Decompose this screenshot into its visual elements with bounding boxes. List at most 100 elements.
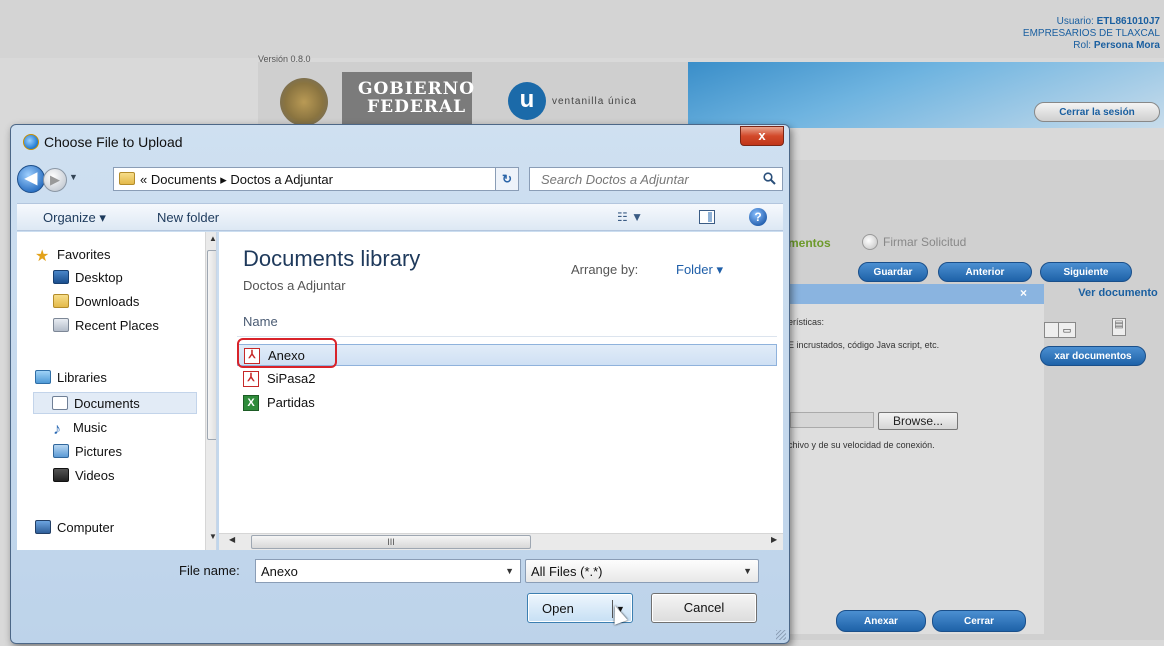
scroll-left-icon[interactable]: ◀ [229,535,235,544]
search-box[interactable]: Search Doctos a Adjuntar [529,167,783,191]
view-document-icon[interactable]: ▤ [1112,318,1126,336]
cancel-button[interactable]: Cancel [651,593,757,623]
nav-scrollbar[interactable]: ▲ ▼ [205,232,216,550]
browse-button[interactable]: Browse... [878,412,958,430]
scroll-up-icon[interactable]: ▲ [209,234,216,243]
incrustados-text: E incrustados, código Java script, etc. [788,340,940,350]
role-label: Rol: [1073,40,1094,51]
row-field [1044,322,1058,338]
page-top-bar [0,0,1164,58]
brand-line-1: GOBIERNO [358,79,476,99]
dialog-title: Choose File to Upload [23,134,183,150]
nav-label: Recent Places [75,318,159,333]
nav-label: Desktop [75,270,123,285]
gobierno-federal-text: GOBIERNO FEDERAL [358,80,475,116]
arrange-by-dropdown[interactable]: Folder ▾ [676,262,723,278]
selection-highlight-annotation [237,338,337,368]
nav-recent-places[interactable]: Recent Places [53,318,159,333]
nav-documents[interactable]: Documents [33,392,197,414]
nav-pictures[interactable]: Pictures [53,444,122,459]
organize-menu[interactable]: Organize ▾ [43,210,106,226]
logout-button[interactable]: Cerrar la sesión [1034,102,1160,122]
step-documentos[interactable]: mentos [788,236,831,250]
step-firmar-radio[interactable] [862,234,878,250]
column-divider [237,336,777,337]
search-icon[interactable] [763,172,776,185]
guardar-button[interactable]: Guardar [858,262,928,282]
file-name-value[interactable]: Anexo [261,564,298,579]
nav-label: Libraries [57,370,107,385]
nav-label: Pictures [75,444,122,459]
computer-icon [35,520,51,534]
scroll-down-icon[interactable]: ▼ [209,532,216,541]
step-firmar-label[interactable]: Firmar Solicitud [883,235,966,249]
siguiente-button[interactable]: Siguiente [1040,262,1132,282]
adjuntar-documentos-button[interactable]: xar documentos [1040,346,1146,366]
horizontal-scroll-thumb[interactable]: III [251,535,531,549]
file-type-dropdown-icon[interactable]: ▼ [743,566,752,576]
nav-downloads[interactable]: Downloads [53,294,139,309]
file-horizontal-scrollbar[interactable]: ◀ III ▶ [219,533,783,550]
modal-close-button[interactable]: × [1020,286,1027,300]
resize-grip-icon[interactable] [776,630,786,640]
downloads-folder-icon [53,294,69,308]
modal-header [786,284,1044,304]
file-row-partidas[interactable]: X Partidas [237,392,777,414]
brand-line-2: FEDERAL [367,97,467,117]
forward-arrow-icon[interactable]: ▶ [43,168,67,192]
desktop-icon [53,270,69,284]
back-arrow-icon[interactable]: ◀ [17,165,45,193]
nav-computer[interactable]: Computer [35,520,114,535]
file-type-value[interactable]: All Files (*.*) [531,564,603,579]
file-row-sipasa2[interactable]: ⅄ SiPasa2 [237,368,777,390]
cerrar-button[interactable]: Cerrar [932,610,1026,632]
dialog-close-button[interactable]: x [740,126,784,146]
search-input[interactable]: Search Doctos a Adjuntar [541,172,689,187]
documents-icon [52,396,68,410]
nav-videos[interactable]: Videos [53,468,115,483]
upload-path-field[interactable] [790,412,874,428]
libraries-icon [35,370,51,384]
address-path[interactable]: « Documents ▸ Doctos a Adjuntar [140,172,333,188]
anexar-button[interactable]: Anexar [836,610,926,632]
file-name-dropdown-icon[interactable]: ▼ [505,566,514,576]
music-icon: ♪ [53,421,61,438]
nav-scroll-thumb[interactable] [207,250,216,440]
nav-label: Computer [57,520,115,535]
open-button-label: Open [542,601,574,616]
file-name: Partidas [267,395,315,410]
dialog-title-text: Choose File to Upload [44,134,183,150]
preview-pane-icon[interactable] [699,210,715,224]
history-dropdown-icon[interactable]: ▼ [69,172,78,182]
library-title: Documents library [243,246,421,271]
library-subtitle: Doctos a Adjuntar [243,278,346,293]
user-id: ETL861010J7 [1096,16,1160,27]
nav-favorites[interactable]: ★ Favorites [35,246,110,265]
nav-libraries[interactable]: Libraries [35,370,107,385]
file-type-select[interactable]: All Files (*.*) ▼ [525,559,759,583]
refresh-icon[interactable]: ↻ [495,167,519,191]
anterior-button[interactable]: Anterior [938,262,1032,282]
row-action-button[interactable]: ▭ [1058,322,1076,338]
new-folder-button[interactable]: New folder [157,210,219,225]
nav-music[interactable]: ♪ Music [53,420,107,438]
ventanilla-unica-logo: u [508,82,546,120]
navigation-bar: ◀ ▶ ▼ « Documents ▸ Doctos a Adjuntar ▼ … [17,163,783,193]
command-toolbar: Organize ▾ New folder ☷ ▼ ? [17,203,783,231]
user-label: Usuario: [1056,16,1097,27]
pictures-icon [53,444,69,458]
modal-body [786,304,1044,634]
change-view-icon[interactable]: ☷ ▼ [617,210,643,224]
file-name-field[interactable]: Anexo ▼ [255,559,521,583]
videos-icon [53,468,69,482]
nav-desktop[interactable]: Desktop [53,270,123,285]
internet-explorer-icon [23,134,39,150]
scroll-right-icon[interactable]: ▶ [771,535,777,544]
user-info: Usuario: ETL861010J7 EMPRESARIOS DE TLAX… [1023,16,1160,52]
column-header-name[interactable]: Name [243,314,278,329]
file-list-pane: Documents library Doctos a Adjuntar Arra… [219,232,783,550]
role-value: Persona Mora [1093,40,1160,51]
excel-file-icon: X [243,395,259,411]
help-icon[interactable]: ? [749,208,767,226]
address-bar[interactable]: « Documents ▸ Doctos a Adjuntar ▼ [113,167,517,191]
